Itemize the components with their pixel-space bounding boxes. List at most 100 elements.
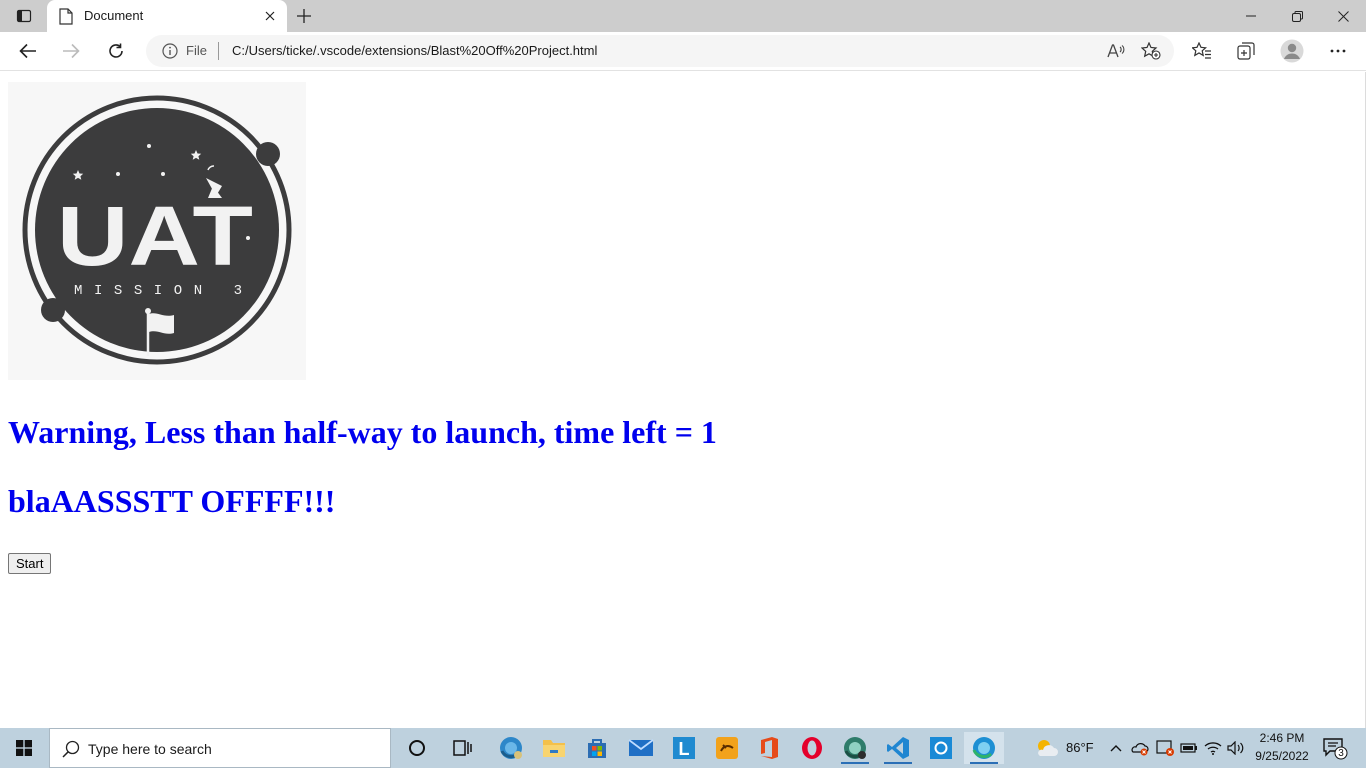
refresh-button[interactable]: [101, 37, 131, 65]
cortana-icon: [409, 740, 425, 756]
info-icon[interactable]: [162, 43, 178, 59]
svg-text:L: L: [679, 739, 690, 759]
running-indicator: [970, 762, 998, 764]
taskbar-file-explorer[interactable]: [534, 732, 574, 764]
read-aloud-icon: [1107, 44, 1125, 58]
microsoft-store-icon: [588, 739, 606, 758]
taskbar-photo-app[interactable]: [707, 732, 747, 764]
windows-logo-icon: [16, 740, 32, 756]
taskbar-search-placeholder: Type here to search: [88, 741, 212, 757]
security-tray[interactable]: [1155, 738, 1175, 758]
read-aloud-button[interactable]: [1103, 39, 1129, 63]
new-tab-button[interactable]: [293, 5, 315, 27]
forward-button[interactable]: [56, 37, 86, 65]
search-icon: [62, 740, 80, 758]
weather-widget[interactable]: [1034, 738, 1058, 758]
back-button[interactable]: [13, 37, 43, 65]
browser-toolbar: File C:/Users/ticke/.vscode/extensions/B…: [0, 32, 1366, 71]
arrow-right-icon: [63, 43, 80, 59]
plus-icon: [297, 9, 311, 23]
more-icon: [1330, 49, 1346, 53]
cortana-blue-icon: [930, 737, 952, 759]
edge-icon: [972, 737, 995, 759]
warning-heading: Warning, Less than half-way to launch, t…: [8, 414, 717, 450]
mail-icon: [628, 739, 654, 756]
taskbar-edge-dev[interactable]: [835, 732, 875, 764]
defender-warning-icon: [1156, 740, 1174, 756]
minimize-icon: [1246, 15, 1256, 17]
logo-title: UAT: [57, 189, 253, 283]
refresh-icon: [109, 43, 123, 58]
taskbar-office[interactable]: [749, 732, 789, 764]
address-url[interactable]: C:/Users/ticke/.vscode/extensions/Blast%…: [232, 43, 597, 58]
task-view-icon: [453, 740, 472, 756]
document-icon: [59, 8, 73, 25]
photo-app-icon: [716, 737, 738, 759]
taskbar-edge-beta[interactable]: [491, 732, 531, 764]
browser-tab[interactable]: Document: [47, 0, 287, 32]
taskbar-vscode[interactable]: [878, 732, 918, 764]
task-view-button[interactable]: [443, 732, 483, 764]
tab-actions-icon: [16, 9, 32, 23]
logo-subtitle: MISSION 3: [74, 283, 242, 299]
restore-icon: [1291, 10, 1303, 22]
edge-dev-icon: [844, 737, 866, 759]
minimize-button[interactable]: [1228, 0, 1274, 32]
close-window-button[interactable]: [1320, 0, 1366, 32]
chevron-up-icon: [1110, 745, 1122, 752]
uat-mission-logo: UAT MISSION 3: [8, 82, 306, 380]
battery-tray[interactable]: [1179, 738, 1199, 758]
close-icon: [265, 11, 275, 21]
star-add-icon: [1141, 42, 1161, 60]
blast-off-heading: blaAASSSTT OFFFF!!!: [8, 483, 336, 519]
collections-icon: [1237, 42, 1255, 60]
running-indicator: [884, 762, 912, 764]
file-explorer-icon: [543, 740, 565, 757]
taskbar-lumin[interactable]: L: [664, 732, 704, 764]
taskbar-opera[interactable]: [792, 732, 832, 764]
add-favorite-button[interactable]: [1138, 39, 1164, 63]
volume-tray[interactable]: [1226, 738, 1246, 758]
running-indicator: [841, 762, 869, 764]
address-bar[interactable]: File C:/Users/ticke/.vscode/extensions/B…: [146, 35, 1174, 67]
settings-menu-button[interactable]: [1323, 37, 1353, 65]
favorites-icon: [1192, 42, 1211, 59]
tab-close-button[interactable]: [261, 7, 279, 25]
collections-button[interactable]: [1231, 37, 1261, 65]
action-center-button[interactable]: 3: [1322, 738, 1348, 760]
onedrive-tray[interactable]: [1130, 738, 1150, 758]
notification-count: 3: [1338, 748, 1344, 759]
windows-taskbar: Type here to search L 86°F 2:46 PM 9/25/…: [0, 728, 1366, 768]
taskbar-edge[interactable]: [964, 732, 1004, 764]
taskbar-mail[interactable]: [621, 732, 661, 764]
restore-button[interactable]: [1274, 0, 1320, 32]
cortana-button[interactable]: [397, 732, 437, 764]
clock-time[interactable]: 2:46 PM: [1254, 731, 1310, 745]
tab-actions-button[interactable]: [8, 4, 40, 28]
show-hidden-icons-button[interactable]: [1106, 738, 1126, 758]
taskbar-microsoft-store[interactable]: [577, 732, 617, 764]
profile-button[interactable]: [1277, 37, 1307, 65]
start-button[interactable]: Start: [8, 553, 52, 574]
lumin-icon: L: [673, 737, 695, 759]
address-scheme: File: [186, 43, 207, 58]
taskbar-cortana-app[interactable]: [921, 732, 961, 764]
clock-date[interactable]: 9/25/2022: [1250, 749, 1314, 763]
office-icon: [761, 737, 778, 759]
battery-icon: [1180, 743, 1197, 753]
wifi-icon: [1204, 742, 1222, 755]
tab-title: Document: [84, 8, 144, 23]
weather-temperature[interactable]: 86°F: [1066, 740, 1094, 755]
taskbar-search-box[interactable]: Type here to search: [49, 728, 391, 768]
avatar-icon: [1280, 39, 1304, 63]
favorites-button[interactable]: [1187, 37, 1217, 65]
opera-icon: [802, 737, 822, 759]
close-icon: [1337, 10, 1349, 22]
wifi-tray[interactable]: [1203, 738, 1223, 758]
speaker-icon: [1227, 741, 1244, 755]
edge-beta-icon: [500, 737, 522, 759]
address-divider: [218, 42, 219, 60]
windows-start-button[interactable]: [0, 728, 48, 768]
arrow-left-icon: [19, 43, 36, 59]
vscode-icon: [887, 737, 909, 759]
